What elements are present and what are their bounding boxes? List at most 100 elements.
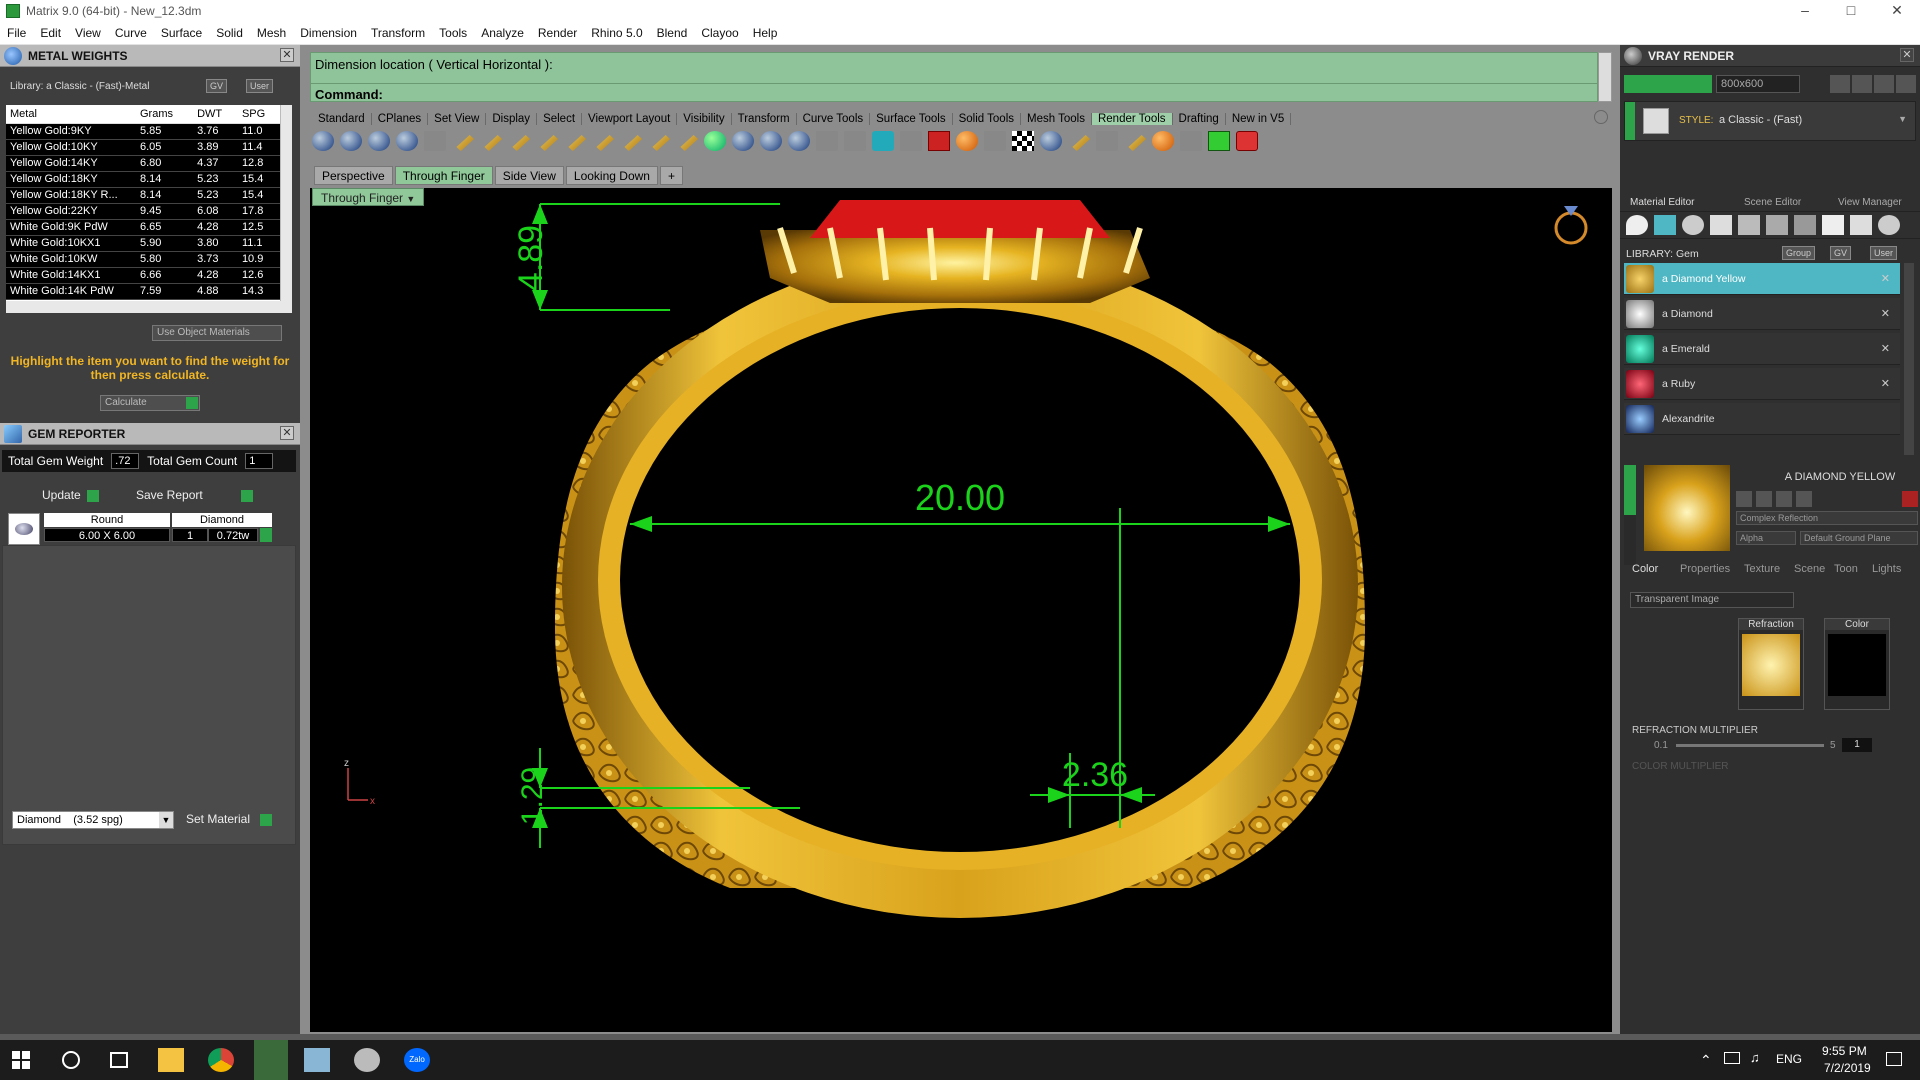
search-icon[interactable] [1072, 135, 1090, 151]
gem-reporter-close-icon[interactable]: ✕ [280, 426, 294, 440]
table-row[interactable]: White Gold:10KX1 5.90 3.80 11.1 [6, 235, 280, 252]
table-row[interactable]: Yellow Gold:14KY 6.80 4.37 12.8 [6, 155, 280, 172]
add-view-tab-button[interactable]: + [659, 166, 683, 185]
toolbar-gear-icon[interactable] [1594, 110, 1608, 124]
eyedropper-icon[interactable] [984, 131, 1006, 151]
tab-set-view[interactable]: Set View [428, 112, 487, 125]
table-row[interactable]: White Gold:10KW 5.80 3.73 10.9 [6, 251, 280, 268]
render-region-icon[interactable] [396, 131, 418, 151]
command-prompt[interactable]: Command: [315, 87, 383, 102]
material-editor-icon[interactable] [732, 131, 754, 151]
transparent-image-select[interactable]: Transparent Image [1630, 592, 1794, 608]
update-button[interactable]: Update [42, 488, 99, 502]
col-dwt[interactable]: DWT [193, 105, 238, 124]
refraction-multiplier-slider[interactable] [1676, 744, 1824, 747]
table-row[interactable]: Yellow Gold:9KY 5.85 3.76 11.0 [6, 123, 280, 140]
table-row[interactable]: White Gold:14K PdW 7.59 4.88 14.3 [6, 283, 280, 300]
tab-viewport-layout[interactable]: Viewport Layout [582, 112, 678, 125]
task-view-icon[interactable] [110, 1052, 128, 1068]
sphere-icon[interactable] [1682, 215, 1704, 235]
menu-transform[interactable]: Transform [364, 26, 432, 40]
vray-user-button[interactable]: User [1870, 246, 1898, 260]
maximize-button[interactable]: □ [1828, 0, 1874, 22]
tab-visibility[interactable]: Visibility [677, 112, 732, 125]
notification-icon[interactable] [1886, 1052, 1902, 1066]
material-library-icon[interactable] [760, 131, 782, 151]
menu-render[interactable]: Render [531, 26, 584, 40]
render-options-icon[interactable] [424, 131, 446, 151]
texture-mapping-icon[interactable] [788, 131, 810, 151]
menu-analyze[interactable]: Analyze [474, 26, 531, 40]
clock-time[interactable]: 9:55 PM [1822, 1044, 1867, 1058]
tab-through-finger[interactable]: Through Finger [394, 166, 493, 185]
light-linear-icon[interactable] [596, 135, 614, 151]
light-edit-icon[interactable] [568, 135, 586, 151]
tab-render-tools[interactable]: Render Tools [1091, 112, 1173, 125]
tab-looking-down[interactable]: Looking Down [565, 166, 658, 185]
volume-icon[interactable]: ♫ [1750, 1050, 1760, 1065]
col-grams[interactable]: Grams [136, 105, 194, 124]
minimize-button[interactable]: – [1782, 0, 1828, 22]
list-item[interactable]: a Diamond Yellow ✕ [1624, 263, 1900, 295]
menu-rhino[interactable]: Rhino 5.0 [584, 26, 649, 40]
notepad-icon[interactable] [304, 1048, 330, 1072]
refraction-slot[interactable]: Refraction [1738, 618, 1804, 710]
paste-icon[interactable] [1776, 491, 1792, 507]
total-gem-count-field[interactable]: 1 [245, 453, 274, 469]
cortana-icon[interactable] [62, 1051, 80, 1069]
sun-icon[interactable] [900, 131, 922, 151]
box-mapping-icon[interactable] [844, 131, 866, 151]
use-object-materials-toggle[interactable]: Use Object Materials [152, 325, 282, 341]
tab-lights[interactable]: Lights [1872, 563, 1901, 575]
menu-blend[interactable]: Blend [650, 26, 695, 40]
menu-mesh[interactable]: Mesh [250, 26, 293, 40]
save-icon[interactable] [1736, 491, 1752, 507]
alpha-toggle[interactable]: Alpha [1736, 531, 1796, 545]
resolution-select[interactable]: 800x600 [1716, 75, 1800, 93]
style-bar[interactable]: STYLE: a Classic - (Fast) ▼ [1624, 101, 1916, 141]
remove-icon[interactable]: ✕ [1881, 377, 1890, 390]
menu-edit[interactable]: Edit [33, 26, 68, 40]
tab-cplanes[interactable]: CPlanes [372, 112, 429, 125]
matrix-app-icon[interactable] [254, 1040, 288, 1080]
flame-icon[interactable] [1626, 215, 1648, 235]
texture-icon[interactable] [1738, 215, 1760, 235]
col-spg[interactable]: SPG [237, 105, 280, 124]
light-target-icon[interactable] [652, 135, 670, 151]
tab-scene-editor[interactable]: Scene Editor [1744, 197, 1801, 208]
tab-scene[interactable]: Scene [1794, 563, 1825, 575]
menu-help[interactable]: Help [746, 26, 785, 40]
tile-view-icon[interactable] [1896, 75, 1916, 93]
menu-clayoo[interactable]: Clayoo [694, 26, 745, 40]
menu-view[interactable]: View [68, 26, 108, 40]
light-array-icon[interactable] [624, 135, 642, 151]
display-icon[interactable] [1180, 131, 1202, 151]
light-point-icon[interactable] [484, 135, 502, 151]
list-view-icon[interactable] [1874, 75, 1894, 93]
color-slot[interactable]: Color [1824, 618, 1890, 710]
ground-plane-select[interactable]: Default Ground Plane [1800, 531, 1918, 545]
tab-new-in-v5[interactable]: New in V5 [1226, 112, 1292, 125]
render-window-icon[interactable] [368, 131, 390, 151]
table-row[interactable]: Yellow Gold:22KY 9.45 6.08 17.8 [6, 203, 280, 220]
copy-icon[interactable] [1756, 491, 1772, 507]
light-aim-icon[interactable] [680, 135, 698, 151]
file-explorer-icon[interactable] [158, 1048, 184, 1072]
light-rect-icon[interactable] [540, 135, 558, 151]
table-row[interactable]: Yellow Gold:18KY 8.14 5.23 15.4 [6, 171, 280, 188]
metal-table-hscrollbar[interactable] [6, 301, 292, 313]
ground-plane-icon[interactable] [872, 131, 894, 151]
tab-select[interactable]: Select [537, 112, 583, 125]
render-color-icon[interactable] [928, 131, 950, 151]
menu-tools[interactable]: Tools [432, 26, 474, 40]
render-preview-icon[interactable] [340, 131, 362, 151]
bulb-icon[interactable] [1878, 215, 1900, 235]
tray-chevron-icon[interactable]: ⌃ [1700, 1052, 1712, 1069]
calculate-button[interactable]: Calculate [100, 395, 200, 411]
prev-view-icon[interactable] [1830, 75, 1850, 93]
tab-standard[interactable]: Standard [312, 112, 372, 125]
vray-close-icon[interactable]: ✕ [1900, 48, 1914, 62]
metal-gv-button[interactable]: GV [206, 79, 228, 93]
render-sphere-icon[interactable] [312, 131, 334, 151]
tab-transform[interactable]: Transform [732, 112, 797, 125]
